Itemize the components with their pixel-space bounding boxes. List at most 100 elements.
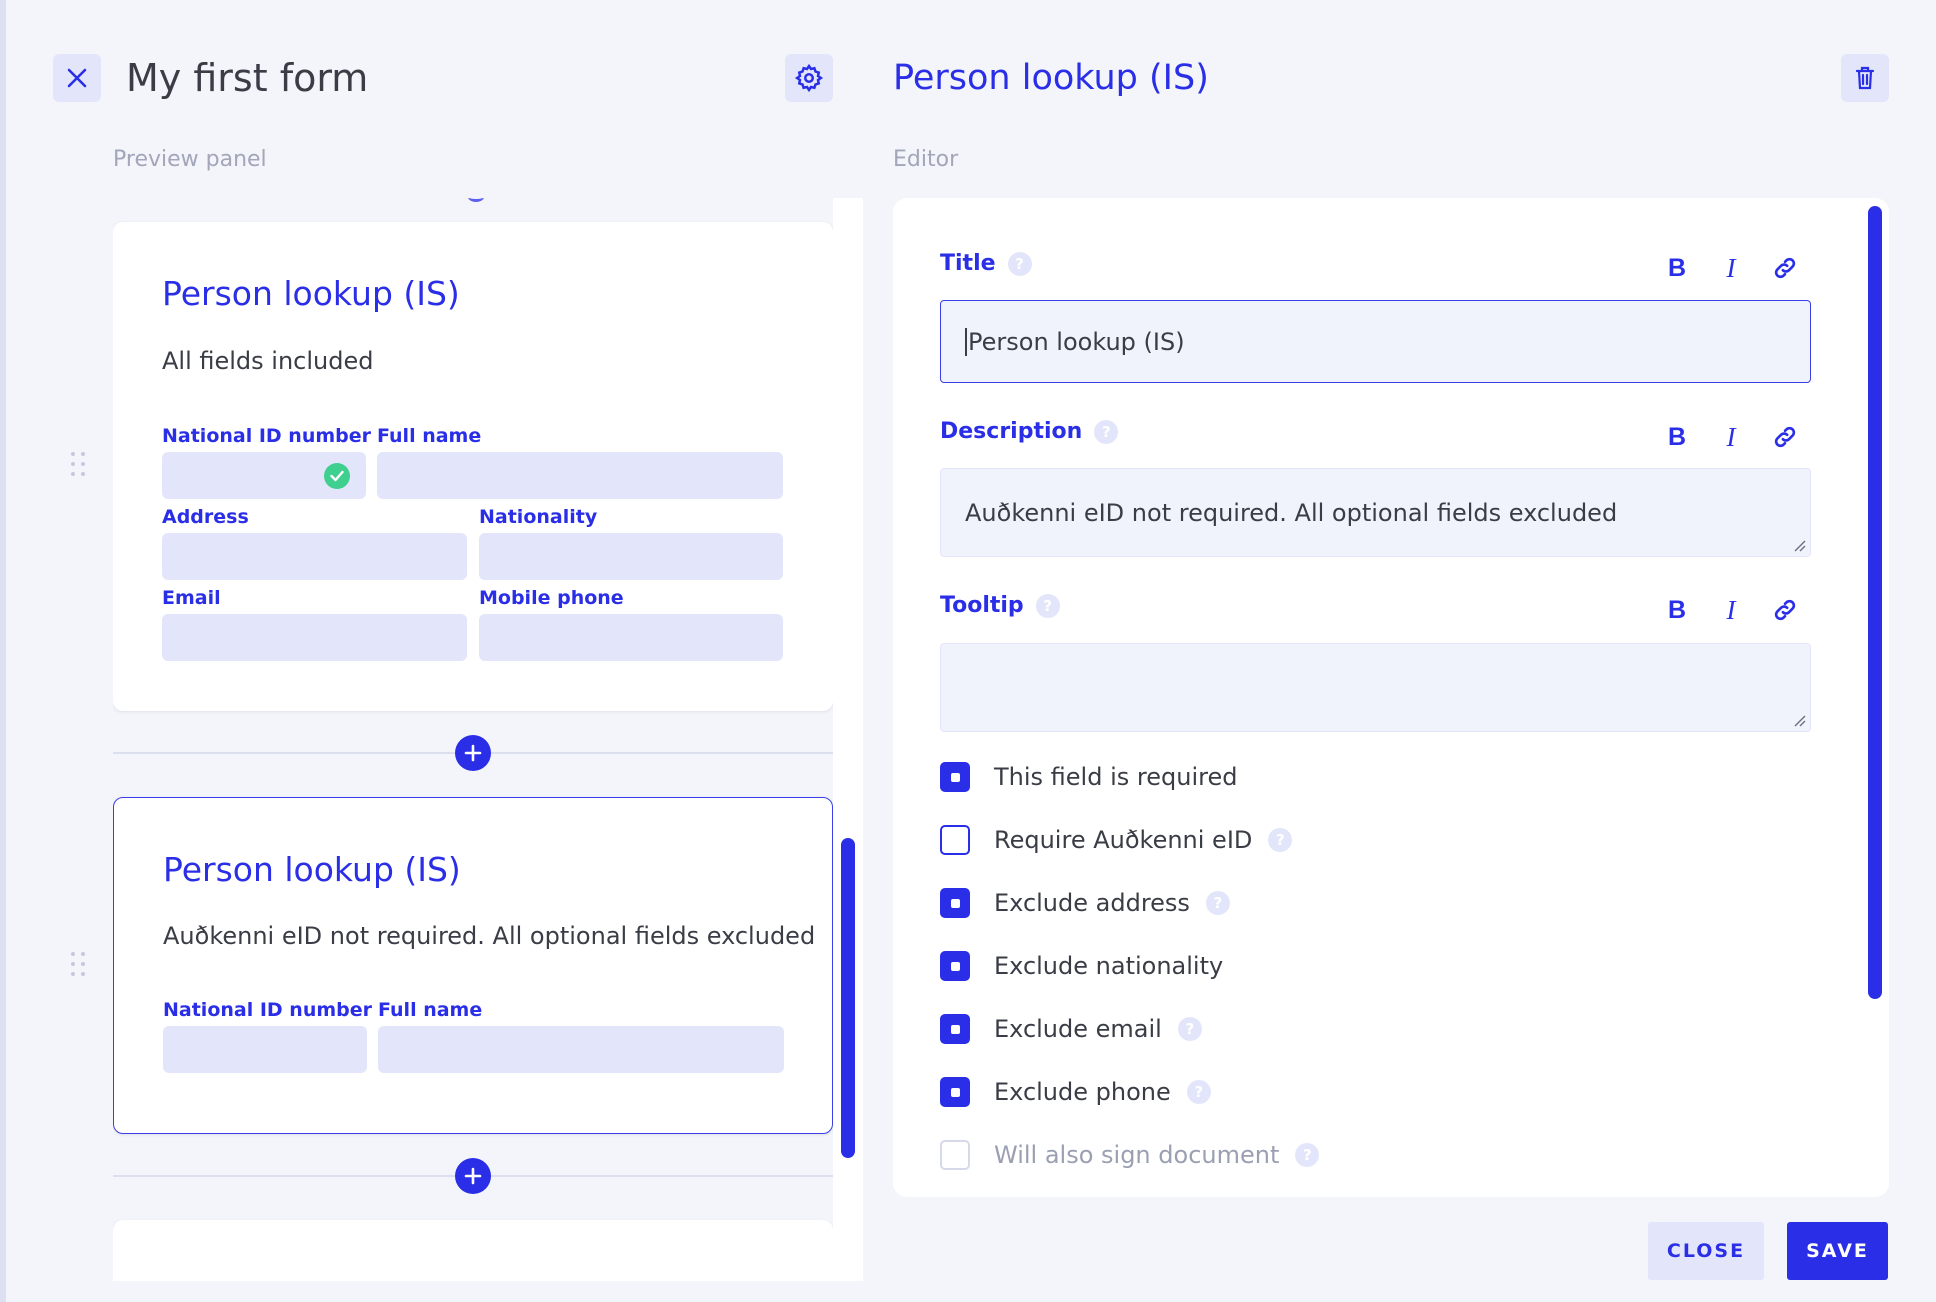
require-eid-checkbox-row[interactable]: Require Auðkenni eID ? (940, 825, 1293, 855)
preview-element-card-selected[interactable]: Person lookup (IS) Auðkenni eID not requ… (113, 797, 833, 1134)
description-textarea[interactable]: Auðkenni eID not required. All optional … (940, 468, 1811, 557)
email-input[interactable] (162, 614, 467, 661)
verified-check-icon (324, 463, 350, 489)
checkbox-label: Exclude phone (994, 1078, 1171, 1106)
sign-document-checkbox[interactable] (940, 1140, 970, 1170)
national-id-label: National ID number (162, 425, 372, 447)
mobile-phone-input[interactable] (479, 614, 783, 661)
help-icon[interactable]: ? (1007, 252, 1032, 276)
resize-handle-icon[interactable] (1792, 538, 1806, 552)
help-icon[interactable]: ? (1035, 594, 1060, 618)
exclude-email-checkbox[interactable] (940, 1014, 970, 1044)
exclude-email-checkbox-row[interactable]: Exclude email ? (940, 1014, 1202, 1044)
close-icon (67, 68, 87, 88)
add-element-button[interactable] (455, 735, 491, 771)
title-field-label: Title ? (940, 250, 1032, 278)
link-icon[interactable] (1771, 596, 1799, 624)
editor-panel[interactable]: Title ? B I Person lookup (IS) Descripti… (893, 198, 1889, 1197)
editor-scrollbar[interactable] (1868, 206, 1882, 999)
full-name-input[interactable] (378, 1026, 784, 1073)
national-id-input[interactable] (163, 1026, 367, 1073)
national-id-label: National ID number (163, 999, 373, 1021)
national-id-input[interactable] (162, 452, 366, 499)
help-icon[interactable]: ? (1205, 891, 1230, 915)
card-description: Auðkenni eID not required. All optional … (163, 922, 816, 950)
close-form-button[interactable] (53, 54, 101, 102)
preview-scrollbar[interactable] (841, 838, 855, 1158)
drag-handle[interactable] (71, 952, 85, 978)
editor-title: Person lookup (IS) (893, 58, 1209, 98)
plus-icon (464, 1167, 482, 1185)
checkbox-label: Exclude address (994, 889, 1190, 917)
save-button[interactable]: SAVE (1787, 1222, 1888, 1280)
editor-panel-label: Editor (893, 147, 959, 172)
form-settings-button[interactable] (785, 54, 833, 102)
exclude-phone-checkbox-row[interactable]: Exclude phone ? (940, 1077, 1211, 1107)
email-label: Email (162, 587, 221, 609)
address-label: Address (162, 506, 249, 528)
exclude-phone-checkbox[interactable] (940, 1077, 970, 1107)
exclude-nationality-checkbox[interactable] (940, 951, 970, 981)
plus-icon (464, 744, 482, 762)
exclude-address-checkbox-row[interactable]: Exclude address ? (940, 888, 1230, 918)
bold-button[interactable]: B (1663, 596, 1691, 624)
require-eid-checkbox[interactable] (940, 825, 970, 855)
required-checkbox[interactable] (940, 762, 970, 792)
close-button[interactable]: CLOSE (1648, 1222, 1764, 1280)
italic-button[interactable]: I (1717, 253, 1745, 283)
address-input[interactable] (162, 533, 467, 580)
tooltip-field-label: Tooltip ? (940, 592, 1060, 620)
preview-panel[interactable]: Person lookup (IS) All fields included N… (113, 198, 863, 1281)
delete-element-button[interactable] (1841, 54, 1889, 102)
italic-button[interactable]: I (1717, 595, 1745, 625)
checkbox-label: Exclude email (994, 1015, 1162, 1043)
help-icon[interactable]: ? (1094, 420, 1119, 444)
full-name-input[interactable] (377, 452, 783, 499)
bold-button[interactable]: B (1663, 423, 1691, 451)
resize-handle-icon[interactable] (1792, 713, 1806, 727)
tooltip-label-text: Tooltip (940, 593, 1024, 618)
help-icon[interactable]: ? (1268, 828, 1293, 852)
checkbox-label: Will also sign document (994, 1141, 1280, 1169)
link-icon[interactable] (1771, 423, 1799, 451)
nationality-input[interactable] (479, 533, 783, 580)
title-input[interactable]: Person lookup (IS) (940, 300, 1811, 383)
sign-document-checkbox-row[interactable]: Will also sign document ? (940, 1140, 1320, 1170)
gear-icon (794, 63, 824, 93)
description-field-label: Description ? (940, 418, 1119, 446)
text-caret (965, 327, 967, 356)
nationality-label: Nationality (479, 506, 598, 528)
link-icon[interactable] (1771, 254, 1799, 282)
help-icon[interactable]: ? (1295, 1143, 1320, 1167)
required-checkbox-row[interactable]: This field is required (940, 762, 1237, 792)
preview-panel-label: Preview panel (113, 147, 267, 172)
bold-button[interactable]: B (1663, 254, 1691, 282)
title-label-text: Title (940, 251, 996, 276)
title-input-value: Person lookup (IS) (968, 327, 1185, 356)
trash-icon (1855, 66, 1875, 90)
drag-handle[interactable] (71, 452, 85, 478)
form-title: My first form (126, 56, 369, 100)
tooltip-format-toolbar: B I (1663, 595, 1799, 625)
checkbox-label: Require Auðkenni eID (994, 826, 1253, 854)
tooltip-textarea[interactable] (940, 643, 1811, 732)
description-format-toolbar: B I (1663, 422, 1799, 452)
full-name-label: Full name (377, 425, 482, 447)
exclude-nationality-checkbox-row[interactable]: Exclude nationality (940, 951, 1223, 981)
preview-element-card[interactable] (113, 1220, 833, 1281)
checkbox-label: Exclude nationality (994, 952, 1224, 980)
card-title: Person lookup (IS) (162, 274, 460, 313)
card-description: All fields included (162, 347, 374, 375)
help-icon[interactable]: ? (1177, 1017, 1202, 1041)
window-edge (0, 0, 6, 1302)
title-format-toolbar: B I (1663, 253, 1799, 283)
description-textarea-value: Auðkenni eID not required. All optional … (965, 498, 1618, 527)
mobile-phone-label: Mobile phone (479, 587, 624, 609)
full-name-label: Full name (378, 999, 483, 1021)
preview-element-card[interactable]: Person lookup (IS) All fields included N… (113, 222, 833, 711)
italic-button[interactable]: I (1717, 422, 1745, 452)
card-title: Person lookup (IS) (163, 850, 461, 889)
add-element-button[interactable] (455, 1158, 491, 1194)
exclude-address-checkbox[interactable] (940, 888, 970, 918)
help-icon[interactable]: ? (1186, 1080, 1211, 1104)
